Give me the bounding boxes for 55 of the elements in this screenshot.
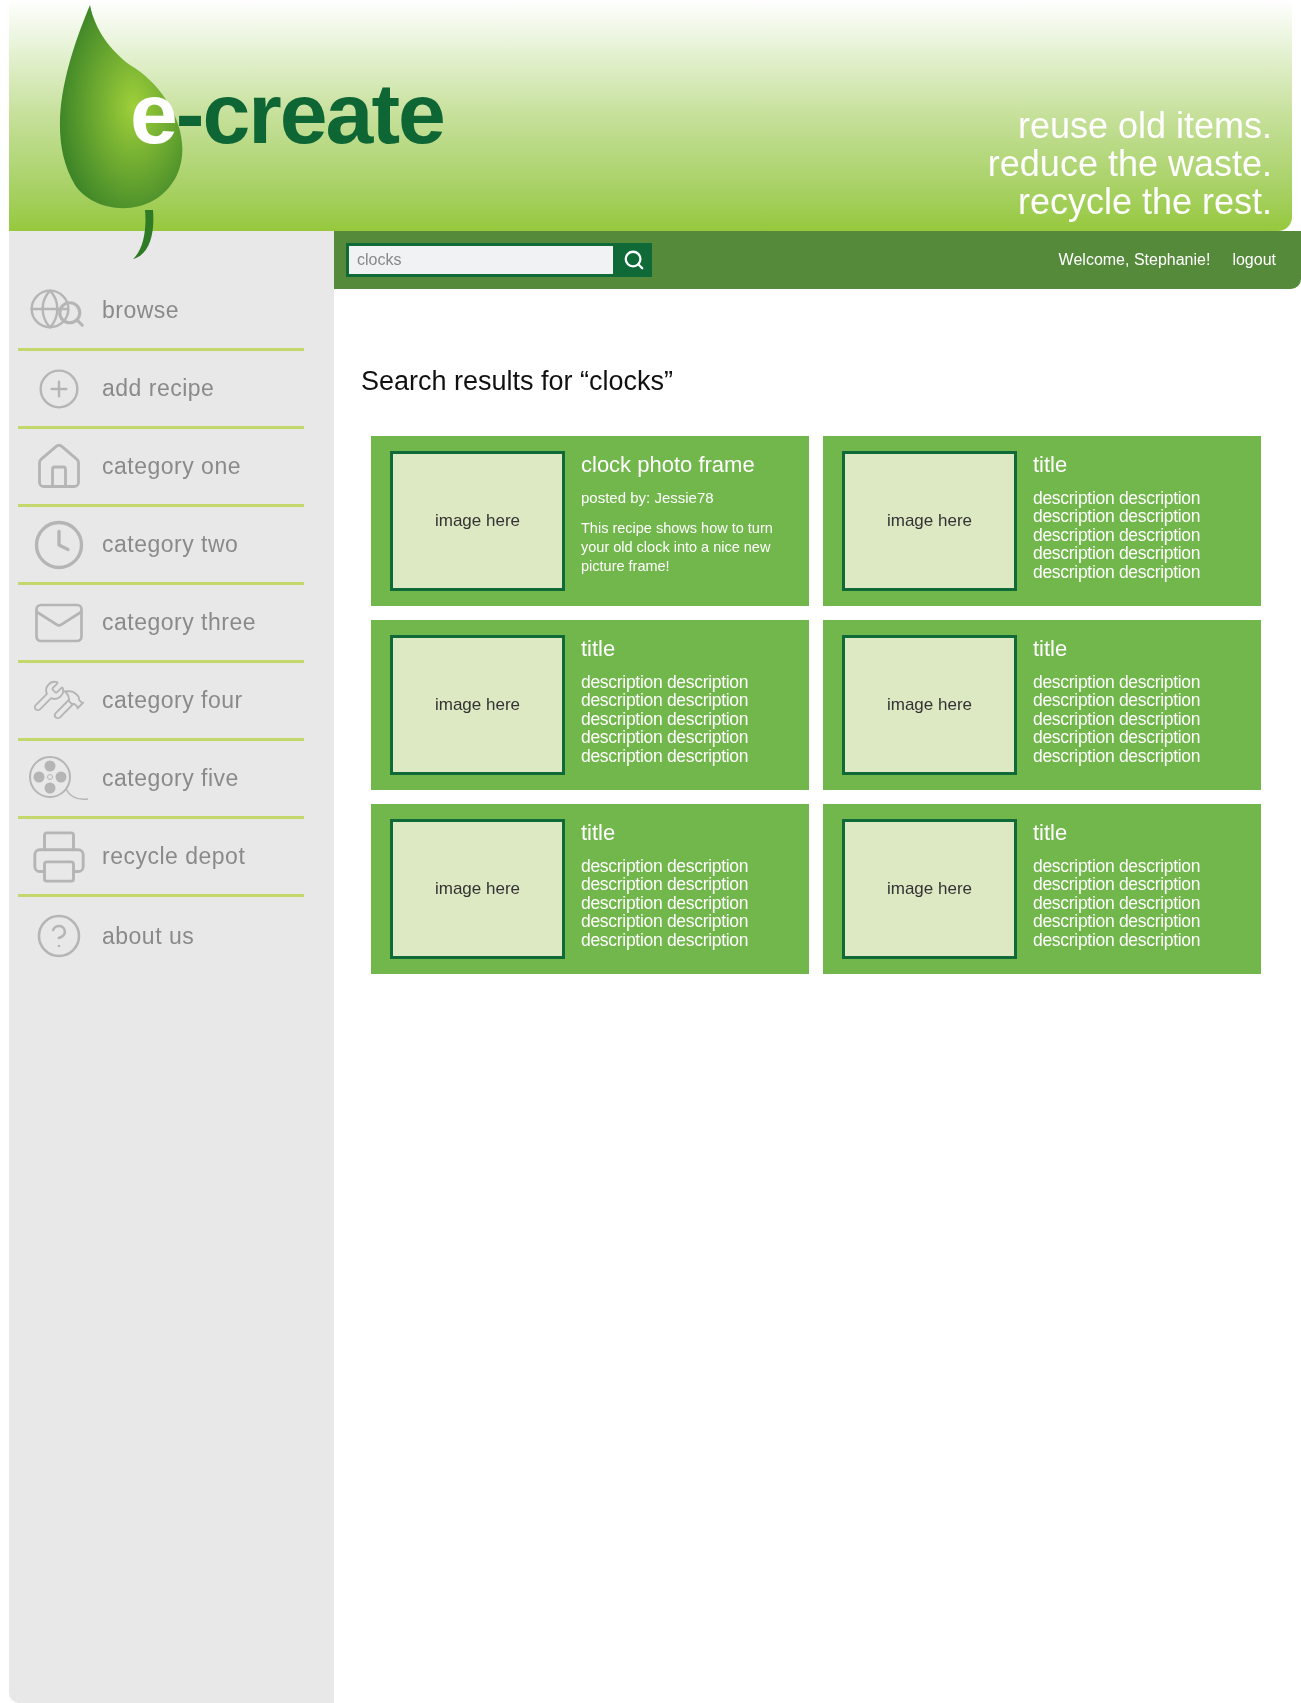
- tagline-text: reduce the waste.: [987, 145, 1272, 183]
- image-placeholder: image here: [390, 818, 565, 959]
- sidebar-label[interactable]: recycle depot: [102, 839, 246, 874]
- sidebar-item[interactable]: category four: [18, 663, 304, 741]
- sidebar-label[interactable]: add recipe: [102, 371, 215, 406]
- result-description: description description description description description description description description description description: [1033, 856, 1202, 949]
- search-field[interactable]: clocks: [346, 243, 616, 277]
- result-description: description description description description description description description description description description: [1033, 672, 1202, 765]
- sidebar-item[interactable]: browse: [18, 273, 304, 351]
- search-icon: [623, 249, 645, 271]
- sidebar-item[interactable]: category three: [18, 585, 304, 663]
- result-title[interactable]: title: [1033, 818, 1238, 847]
- result-description: This recipe shows how to turn your old clock into a nice new picture frame!: [581, 519, 774, 576]
- result-title[interactable]: title: [1033, 450, 1238, 479]
- sidebar-label[interactable]: category three: [102, 605, 257, 640]
- sidebar-label[interactable]: category five: [102, 761, 239, 796]
- sidebar-label[interactable]: category four: [102, 683, 243, 718]
- result-title[interactable]: title: [581, 818, 786, 847]
- result-card[interactable]: image here title description description description description description description description description description description: [823, 803, 1261, 974]
- sidebar-item[interactable]: category two: [18, 507, 304, 585]
- image-placeholder: image here: [390, 634, 565, 775]
- result-card[interactable]: image here clock photo frame posted by: Jessie78 This recipe shows how to turn your old clock into a nice new picture frame!: [371, 435, 809, 606]
- image-placeholder: image here: [842, 450, 1017, 591]
- page-heading: Search results for “clocks”: [361, 365, 675, 398]
- result-title[interactable]: title: [1033, 634, 1238, 663]
- search-button[interactable]: [616, 243, 652, 277]
- welcome-text: Welcome, Stephanie!: [1058, 250, 1211, 270]
- result-title[interactable]: title: [581, 634, 786, 663]
- result-description: description description description description description description description description description description: [581, 672, 750, 765]
- tagline-text: reuse old items.: [1017, 107, 1272, 145]
- logo-text[interactable]: e-create: [130, 70, 444, 156]
- sidebar-label[interactable]: browse: [102, 293, 180, 328]
- result-card[interactable]: image here title description description description description description description description description description description: [823, 435, 1261, 606]
- logout-link[interactable]: logout: [1232, 248, 1276, 272]
- question-icon: [35, 912, 83, 960]
- result-card[interactable]: image here title description description description description description description description description description description: [371, 803, 809, 974]
- sidebar-label[interactable]: category two: [102, 527, 239, 562]
- image-placeholder: image here: [842, 634, 1017, 775]
- posted-by-text: posted by: Jessie78: [581, 487, 715, 508]
- sidebar-label[interactable]: category one: [102, 449, 241, 484]
- result-description: description description description description description description description description description description: [581, 856, 750, 949]
- image-placeholder: image here: [390, 450, 565, 591]
- sidebar-item[interactable]: category one: [18, 429, 304, 507]
- film-reel-icon: [28, 754, 90, 803]
- result-description: description description description description description description description description description description: [1033, 488, 1202, 581]
- sidebar-item[interactable]: recycle depot: [18, 819, 304, 897]
- sidebar-item[interactable]: add recipe: [18, 351, 304, 429]
- tagline-text: recycle the rest.: [1017, 183, 1272, 221]
- result-title[interactable]: clock photo frame: [581, 450, 781, 479]
- sidebar-label[interactable]: about us: [102, 918, 195, 954]
- result-card[interactable]: image here title description description description description description description description description description description: [371, 619, 809, 790]
- image-placeholder: image here: [842, 818, 1017, 959]
- result-card[interactable]: image here title description description description description description description description description description description: [823, 619, 1261, 790]
- sidebar-item[interactable]: category five: [18, 741, 304, 819]
- sidebar-item[interactable]: about us: [18, 897, 304, 975]
